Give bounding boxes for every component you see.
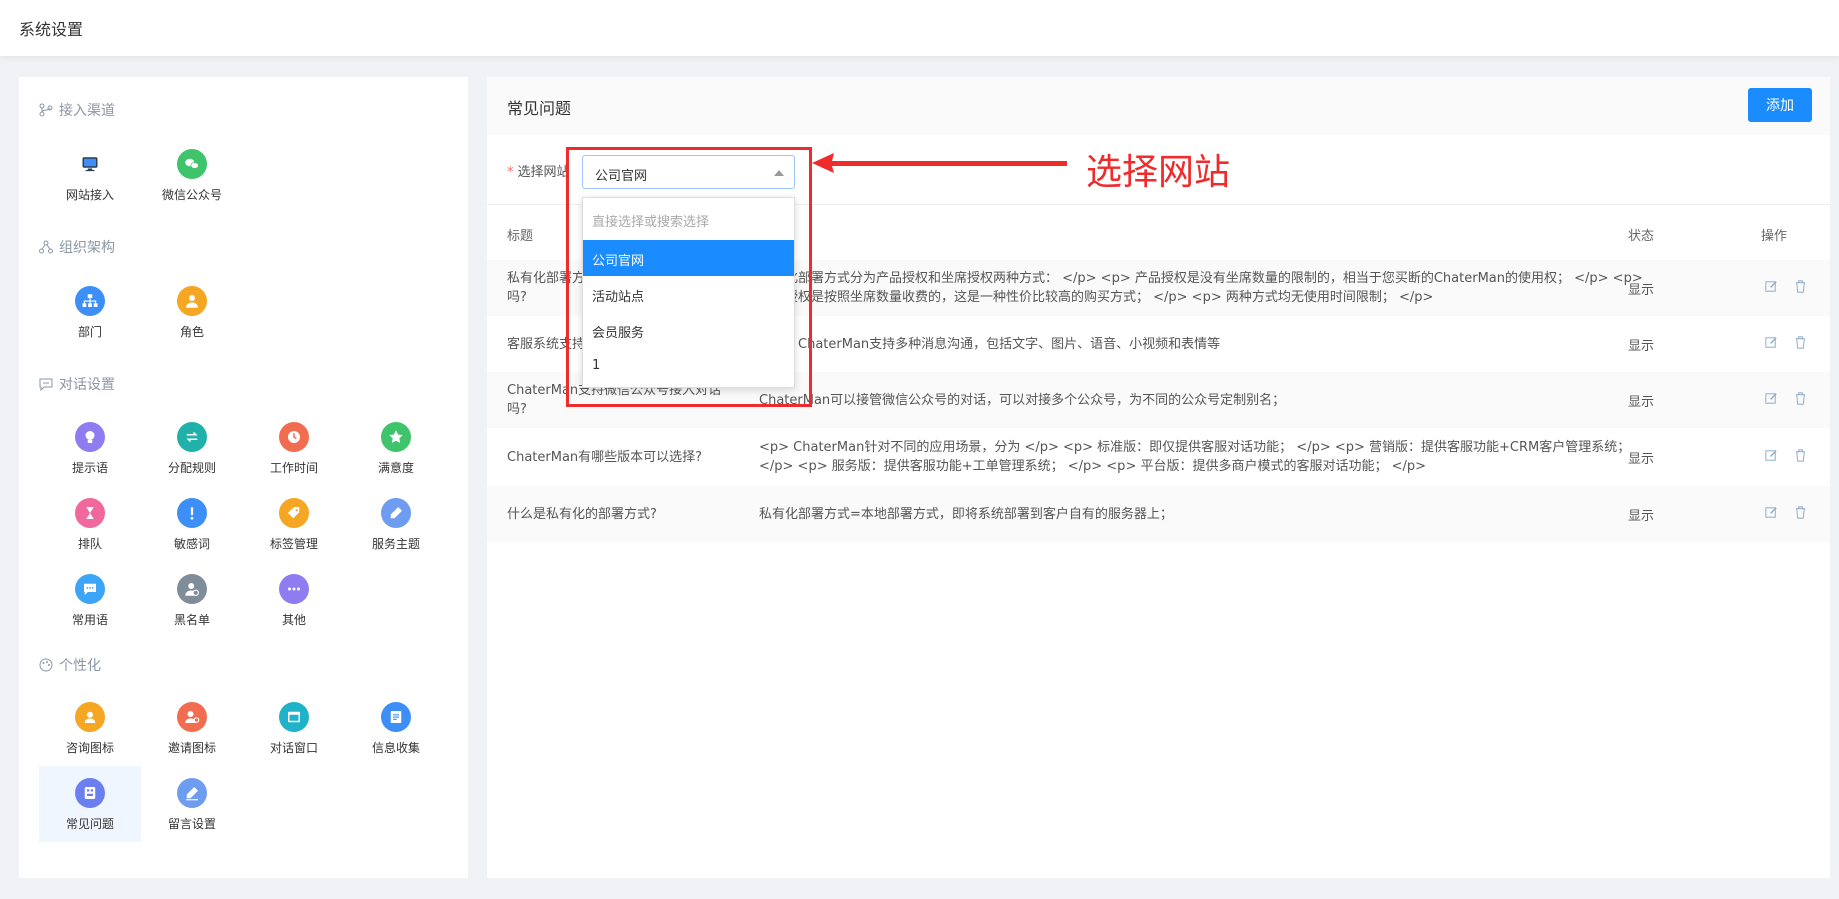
- delete-icon[interactable]: [1793, 391, 1808, 406]
- row-status: 显示: [1628, 339, 1655, 354]
- window-icon: [279, 702, 309, 732]
- org-icon: [39, 240, 53, 254]
- table-row: 什么是私有化的部署方式? 私有化部署方式=本地部署方式，即将系统部署到客户自有的…: [487, 486, 1830, 542]
- delete-icon[interactable]: [1793, 279, 1808, 294]
- sidebar-item-common-phrases[interactable]: 常用语: [39, 562, 141, 638]
- more-icon: [279, 574, 309, 604]
- site-select[interactable]: 公司官网: [582, 155, 795, 189]
- row-title: ChaterMan有哪些版本可以选择?: [507, 450, 703, 465]
- sidebar-item-sensitive-words[interactable]: 敏感词: [141, 486, 243, 562]
- sidebar-item-website[interactable]: 网站接入: [39, 137, 141, 213]
- sidebar-item-invite-icon[interactable]: 邀请图标: [141, 690, 243, 766]
- row-content: ChaterMan可以接管微信公众号的对话，可以对接多个公众号，为不同的公众号定…: [759, 393, 1286, 408]
- sidebar-item-satisfaction[interactable]: 满意度: [345, 410, 447, 486]
- annotation-text: 选择网站: [1086, 152, 1231, 193]
- clock-icon: [279, 422, 309, 452]
- edit-icon[interactable]: [1764, 505, 1779, 520]
- message-icon: [75, 574, 105, 604]
- settings-sidebar: 接入渠道 网站接入 微信公众号 组织架构 部门 角色 对话设置 提示语 分配规则…: [19, 77, 468, 878]
- row-content: 私有化部署方式=本地部署方式，即将系统部署到客户自有的服务器上；: [759, 507, 1173, 522]
- sidebar-item-service-topic[interactable]: 服务主题: [345, 486, 447, 562]
- row-content: <p> ChaterMan针对不同的应用场景，分为 </p> <p> 标准版：即…: [759, 440, 1631, 474]
- caret-up-icon: [774, 170, 784, 176]
- site-select-value: 公司官网: [595, 169, 648, 184]
- row-status: 显示: [1628, 395, 1655, 410]
- sidebar-item-wechat[interactable]: 微信公众号: [141, 137, 243, 213]
- sidebar-item-chat-window[interactable]: 对话窗口: [243, 690, 345, 766]
- row-content: 目前，ChaterMan支持多种消息沟通，包括文字、图片、语音、小视频和表情等: [759, 337, 1221, 352]
- site-filter-label: * 选择网站: [507, 165, 570, 180]
- dropdown-option[interactable]: 会员服务: [583, 312, 794, 348]
- chat-icon: [39, 378, 53, 391]
- delete-icon[interactable]: [1793, 448, 1808, 463]
- delete-icon[interactable]: [1793, 505, 1808, 520]
- sidebar-item-blacklist[interactable]: 黑名单: [141, 562, 243, 638]
- row-title: 什么是私有化的部署方式?: [507, 507, 657, 522]
- panel-header: 常见问题 添加: [487, 77, 1830, 135]
- sidebar-item-info-collect[interactable]: 信息收集: [345, 690, 447, 766]
- sidebar-item-consult-icon[interactable]: 咨询图标: [39, 690, 141, 766]
- header-title: 标题: [507, 229, 534, 244]
- sitemap-icon: [75, 286, 105, 316]
- block-user-icon: [177, 574, 207, 604]
- switch-icon: [177, 422, 207, 452]
- sidebar-item-message-settings[interactable]: 留言设置: [141, 766, 243, 842]
- section-title-channels: 接入渠道: [39, 100, 115, 120]
- pen-icon: [381, 498, 411, 528]
- page-title: 系统设置: [19, 20, 84, 39]
- row-status: 显示: [1628, 509, 1655, 524]
- delete-icon[interactable]: [1793, 335, 1808, 350]
- faq-icon: [75, 778, 105, 808]
- sidebar-item-tag-manage[interactable]: 标签管理: [243, 486, 345, 562]
- site-dropdown: 直接选择或搜索选择 公司官网 活动站点 会员服务 1: [582, 197, 795, 388]
- user-icon: [177, 286, 207, 316]
- header-ops: 操作: [1761, 229, 1788, 244]
- dropdown-option[interactable]: 公司官网: [583, 240, 794, 276]
- consult-icon: [75, 702, 105, 732]
- edit-icon[interactable]: [1764, 391, 1779, 406]
- exclamation-icon: [177, 498, 207, 528]
- branch-icon: [39, 103, 53, 117]
- bulb-icon: [75, 422, 105, 452]
- row-status: 显示: [1628, 283, 1655, 298]
- sidebar-item-work-time[interactable]: 工作时间: [243, 410, 345, 486]
- sidebar-item-faq[interactable]: 常见问题: [39, 766, 141, 842]
- row-status: 显示: [1628, 452, 1655, 467]
- sidebar-item-prompt[interactable]: 提示语: [39, 410, 141, 486]
- wechat-icon: [177, 149, 207, 179]
- dropdown-search-input[interactable]: 直接选择或搜索选择: [583, 198, 794, 240]
- section-title-chat: 对话设置: [39, 374, 115, 394]
- edit-icon[interactable]: [1764, 279, 1779, 294]
- panel-title: 常见问题: [507, 99, 572, 118]
- row-content: 私有化部署方式分为产品授权和坐席授权两种方式： </p> <p> 产品授权是没有…: [759, 271, 1643, 305]
- section-title-personalize: 个性化: [39, 655, 101, 675]
- dropdown-option[interactable]: 活动站点: [583, 276, 794, 312]
- sidebar-item-other[interactable]: 其他: [243, 562, 345, 638]
- edit-icon: [177, 778, 207, 808]
- form-icon: [381, 702, 411, 732]
- dropdown-option[interactable]: 1: [583, 348, 794, 384]
- star-icon: [381, 422, 411, 452]
- section-title-org: 组织架构: [39, 237, 115, 257]
- add-button[interactable]: 添加: [1748, 88, 1812, 122]
- monitor-icon: [75, 149, 105, 179]
- sidebar-item-queue[interactable]: 排队: [39, 486, 141, 562]
- top-bar: 系统设置: [0, 0, 1839, 56]
- tag-icon: [279, 498, 309, 528]
- invite-icon: [177, 702, 207, 732]
- palette-icon: [39, 658, 53, 672]
- sidebar-item-department[interactable]: 部门: [39, 274, 141, 350]
- edit-icon[interactable]: [1764, 335, 1779, 350]
- table-row: ChaterMan有哪些版本可以选择? <p> ChaterMan针对不同的应用…: [487, 428, 1830, 486]
- edit-icon[interactable]: [1764, 448, 1779, 463]
- sidebar-item-assign-rule[interactable]: 分配规则: [141, 410, 243, 486]
- hourglass-icon: [75, 498, 105, 528]
- annotation-arrow-icon: [812, 153, 1067, 173]
- sidebar-item-role[interactable]: 角色: [141, 274, 243, 350]
- header-status: 状态: [1628, 229, 1655, 244]
